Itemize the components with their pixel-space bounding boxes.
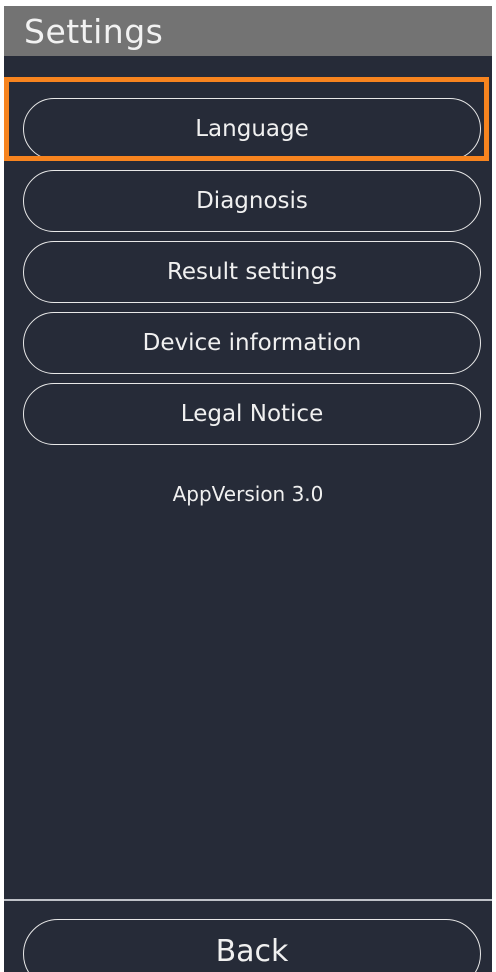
back-button-label: Back [215,934,289,969]
device-information-button-label: Device information [142,330,362,356]
back-button[interactable]: Back [23,919,481,972]
language-button-label: Language [195,116,309,142]
diagnosis-button-label: Diagnosis [196,188,308,214]
header-bar: Settings [4,6,492,56]
footer-divider [4,899,492,901]
result-settings-button-label: Result settings [166,259,338,285]
legal-notice-button[interactable]: Legal Notice [23,383,481,445]
settings-screen: Settings Language Diagnosis Result setti… [4,6,492,972]
device-information-button[interactable]: Device information [23,312,481,374]
legal-notice-button-label: Legal Notice [180,401,324,427]
result-settings-button[interactable]: Result settings [23,241,481,303]
diagnosis-button[interactable]: Diagnosis [23,170,481,232]
language-button[interactable]: Language [23,98,481,160]
page-title: Settings [24,12,164,51]
app-version-text: AppVersion 3.0 [172,482,324,506]
